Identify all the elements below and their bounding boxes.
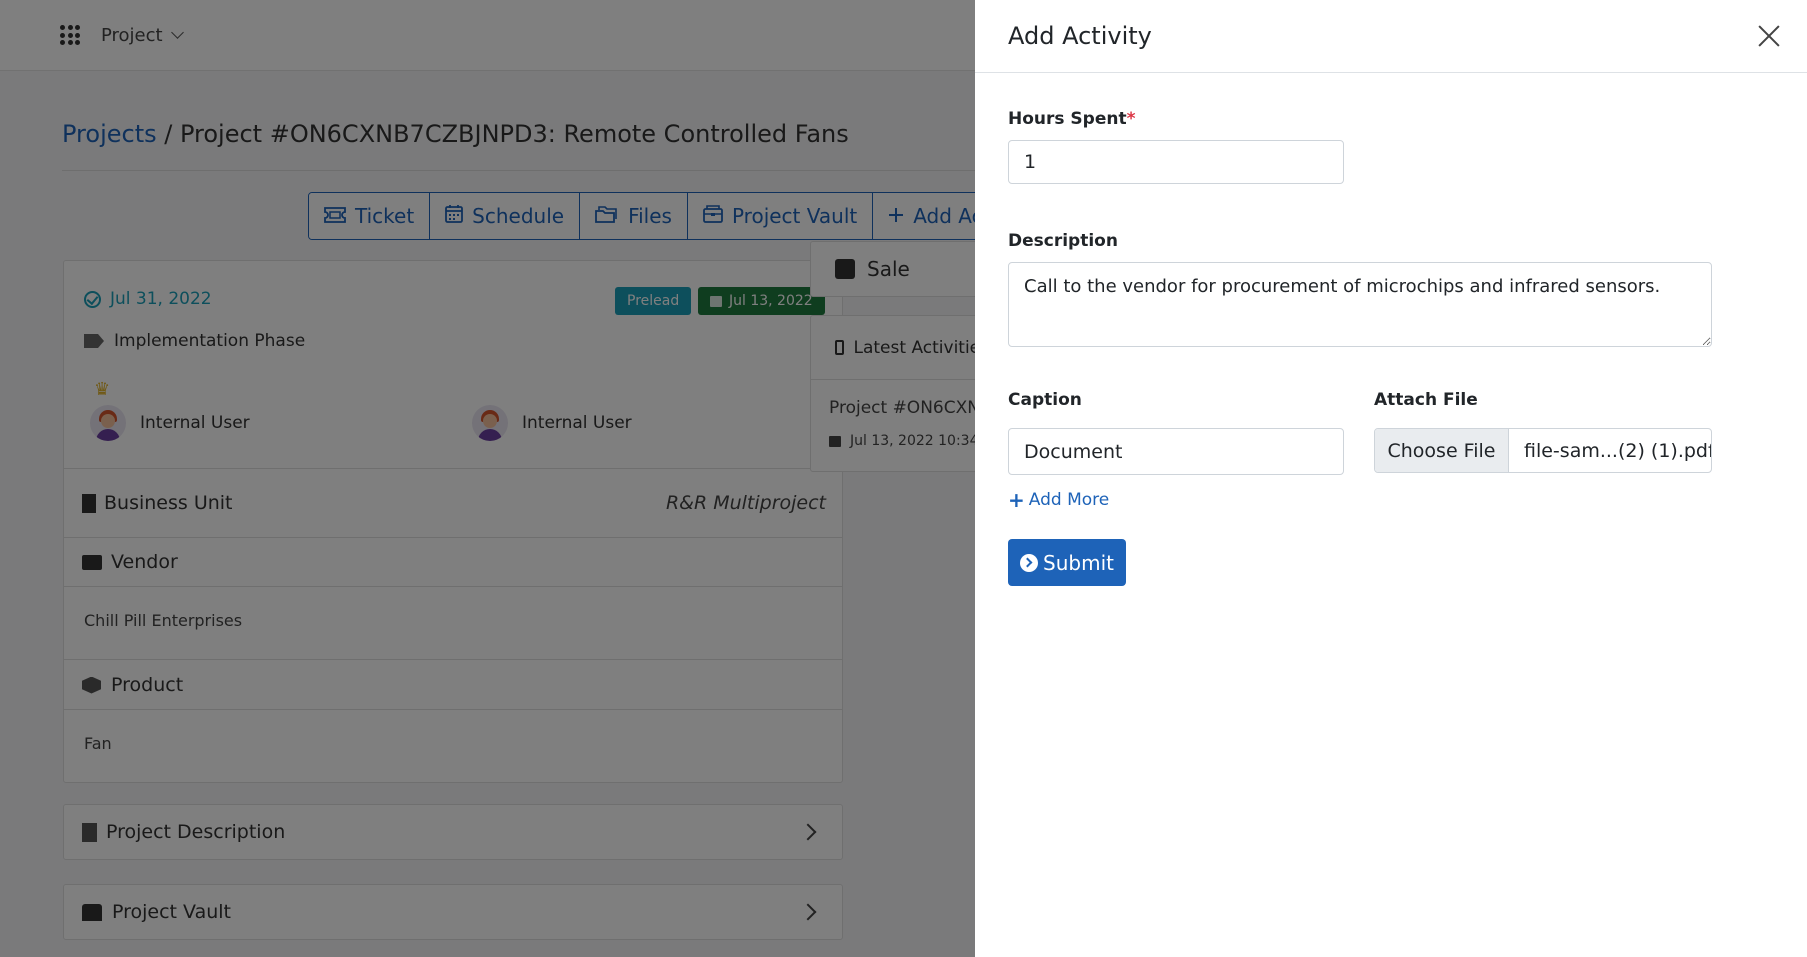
close-icon[interactable] (1757, 24, 1781, 48)
required-mark: * (1126, 109, 1136, 129)
caption-input[interactable] (1008, 428, 1344, 475)
hours-spent-label: Hours Spent* (1008, 109, 1136, 129)
hours-spent-label-text: Hours Spent (1008, 109, 1127, 129)
add-more-label: Add More (1028, 490, 1110, 510)
submit-button-label: Submit (1043, 550, 1114, 575)
selected-file-name: file-sam...(2) (1).pdf (1524, 439, 1711, 462)
attach-file-label: Attach File (1374, 390, 1478, 410)
add-activity-panel: Add Activity Hours Spent* Description Ca… (975, 0, 1807, 957)
plus-icon: + (1008, 488, 1025, 512)
panel-header: Add Activity (975, 0, 1807, 73)
submit-button[interactable]: Submit (1008, 539, 1126, 586)
choose-file-button[interactable]: Choose File (1375, 429, 1509, 472)
description-label: Description (1008, 231, 1118, 251)
caption-label: Caption (1008, 390, 1082, 410)
hours-spent-input[interactable] (1008, 140, 1344, 184)
attach-file-input[interactable]: Choose File file-sam...(2) (1).pdf (1374, 428, 1712, 473)
add-more-link[interactable]: + Add More (1008, 490, 1109, 510)
description-textarea[interactable]: Call to the vendor for procurement of mi… (1008, 262, 1712, 347)
panel-title: Add Activity (1008, 22, 1152, 50)
arrow-circle-right-icon (1020, 553, 1039, 572)
